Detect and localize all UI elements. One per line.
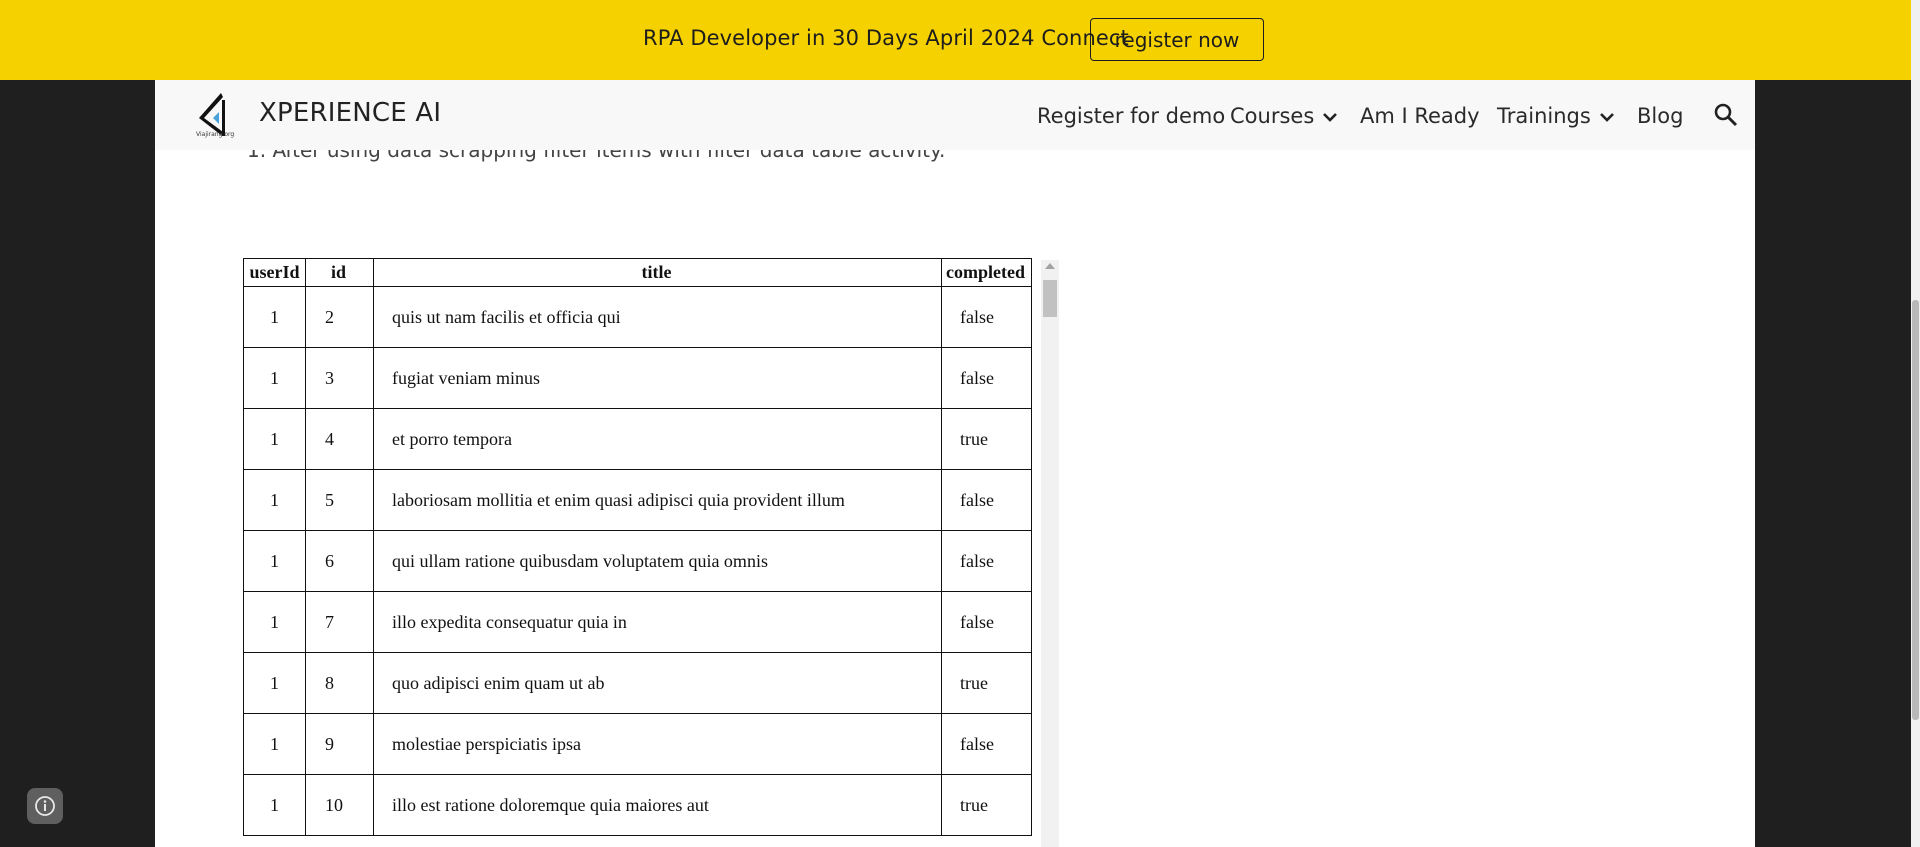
chevron-down-icon [1323,113,1338,122]
column-header-title: title [373,258,942,287]
cell-completed: true [941,408,1032,470]
cell-id: 4 [305,408,374,470]
cell-title: laboriosam mollitia et enim quasi adipis… [373,469,942,531]
register-now-button[interactable]: register now [1090,18,1264,61]
cell-title: qui ullam ratione quibusdam voluptatem q… [373,530,942,592]
chevron-down-icon [1599,113,1614,122]
cell-title: molestiae perspiciatis ipsa [373,713,942,775]
table-row: 1 5 laboriosam mollitia et enim quasi ad… [243,469,1032,531]
nav-label: Courses [1230,104,1315,128]
cell-completed: false [941,286,1032,348]
table-row: 1 3 fugiat veniam minus false [243,347,1032,409]
nav-blog[interactable]: Blog [1637,104,1683,128]
cell-completed: true [941,774,1032,836]
cell-userid: 1 [243,774,306,836]
cell-completed: false [941,713,1032,775]
info-button[interactable] [27,788,63,824]
cell-title: et porro tempora [373,408,942,470]
page-scroll-thumb[interactable] [1912,300,1919,720]
cell-id: 8 [305,652,374,714]
table-scrollbar[interactable] [1041,260,1059,847]
table-row: 1 8 quo adipisci enim quam ut ab true [243,652,1032,714]
nav-label: Am I Ready [1360,104,1480,128]
table-row: 1 4 et porro tempora true [243,408,1032,470]
search-icon[interactable] [1713,102,1739,128]
table-row: 1 9 molestiae perspiciatis ipsa false [243,713,1032,775]
cell-id: 5 [305,469,374,531]
cell-userid: 1 [243,347,306,409]
page-scrollbar[interactable] [1911,0,1920,847]
announcement-text: RPA Developer in 30 Days April 2024 Conn… [643,26,1129,50]
data-table-frame: userId id title completed 1 2 quis ut na… [243,258,1059,847]
cell-userid: 1 [243,713,306,775]
cell-id: 3 [305,347,374,409]
nav-label: Trainings [1497,104,1591,128]
cell-userid: 1 [243,469,306,531]
cell-completed: false [941,469,1032,531]
table-scroll-thumb[interactable] [1043,280,1057,317]
table-row: 1 10 illo est ratione doloremque quia ma… [243,774,1032,836]
column-header-id: id [305,258,374,287]
nav-register-for-demo[interactable]: Register for demo [1037,104,1225,128]
cell-userid: 1 [243,591,306,653]
cell-title: quis ut nam facilis et officia qui [373,286,942,348]
cell-title: illo expedita consequatur quia in [373,591,942,653]
column-header-userid: userId [243,258,306,287]
cell-id: 10 [305,774,374,836]
table-row: 1 7 illo expedita consequatur quia in fa… [243,591,1032,653]
cell-userid: 1 [243,652,306,714]
data-table: userId id title completed 1 2 quis ut na… [243,258,1032,836]
table-row: 1 6 qui ullam ratione quibusdam voluptat… [243,530,1032,592]
cell-completed: false [941,591,1032,653]
site-title[interactable]: XPERIENCE AI [259,98,441,128]
nav-trainings[interactable]: Trainings [1497,104,1615,128]
cell-title: illo est ratione doloremque quia maiores… [373,774,942,836]
nav-label: Blog [1637,104,1684,128]
cell-id: 6 [305,530,374,592]
cell-title: fugiat veniam minus [373,347,942,409]
cell-id: 9 [305,713,374,775]
cell-userid: 1 [243,530,306,592]
nav-am-i-ready[interactable]: Am I Ready [1360,104,1480,128]
cell-completed: false [941,347,1032,409]
site-header: Viajirang.org XPERIENCE AI Register for … [155,80,1755,150]
cell-completed: true [941,652,1032,714]
cell-userid: 1 [243,408,306,470]
nav-courses[interactable]: Courses [1230,104,1338,128]
scroll-up-arrow-icon[interactable] [1045,263,1055,269]
logo-caption: Viajirang.org [196,131,235,138]
cell-title: quo adipisci enim quam ut ab [373,652,942,714]
cell-completed: false [941,530,1032,592]
cell-id: 2 [305,286,374,348]
info-icon [35,796,55,816]
nav-label: Register for demo [1037,104,1226,128]
table-row: 1 2 quis ut nam facilis et officia qui f… [243,286,1032,348]
cell-id: 7 [305,591,374,653]
cell-userid: 1 [243,286,306,348]
table-header-row: userId id title completed [243,258,1032,287]
announcement-bar: RPA Developer in 30 Days April 2024 Conn… [0,0,1920,80]
column-header-completed: completed [941,258,1032,287]
